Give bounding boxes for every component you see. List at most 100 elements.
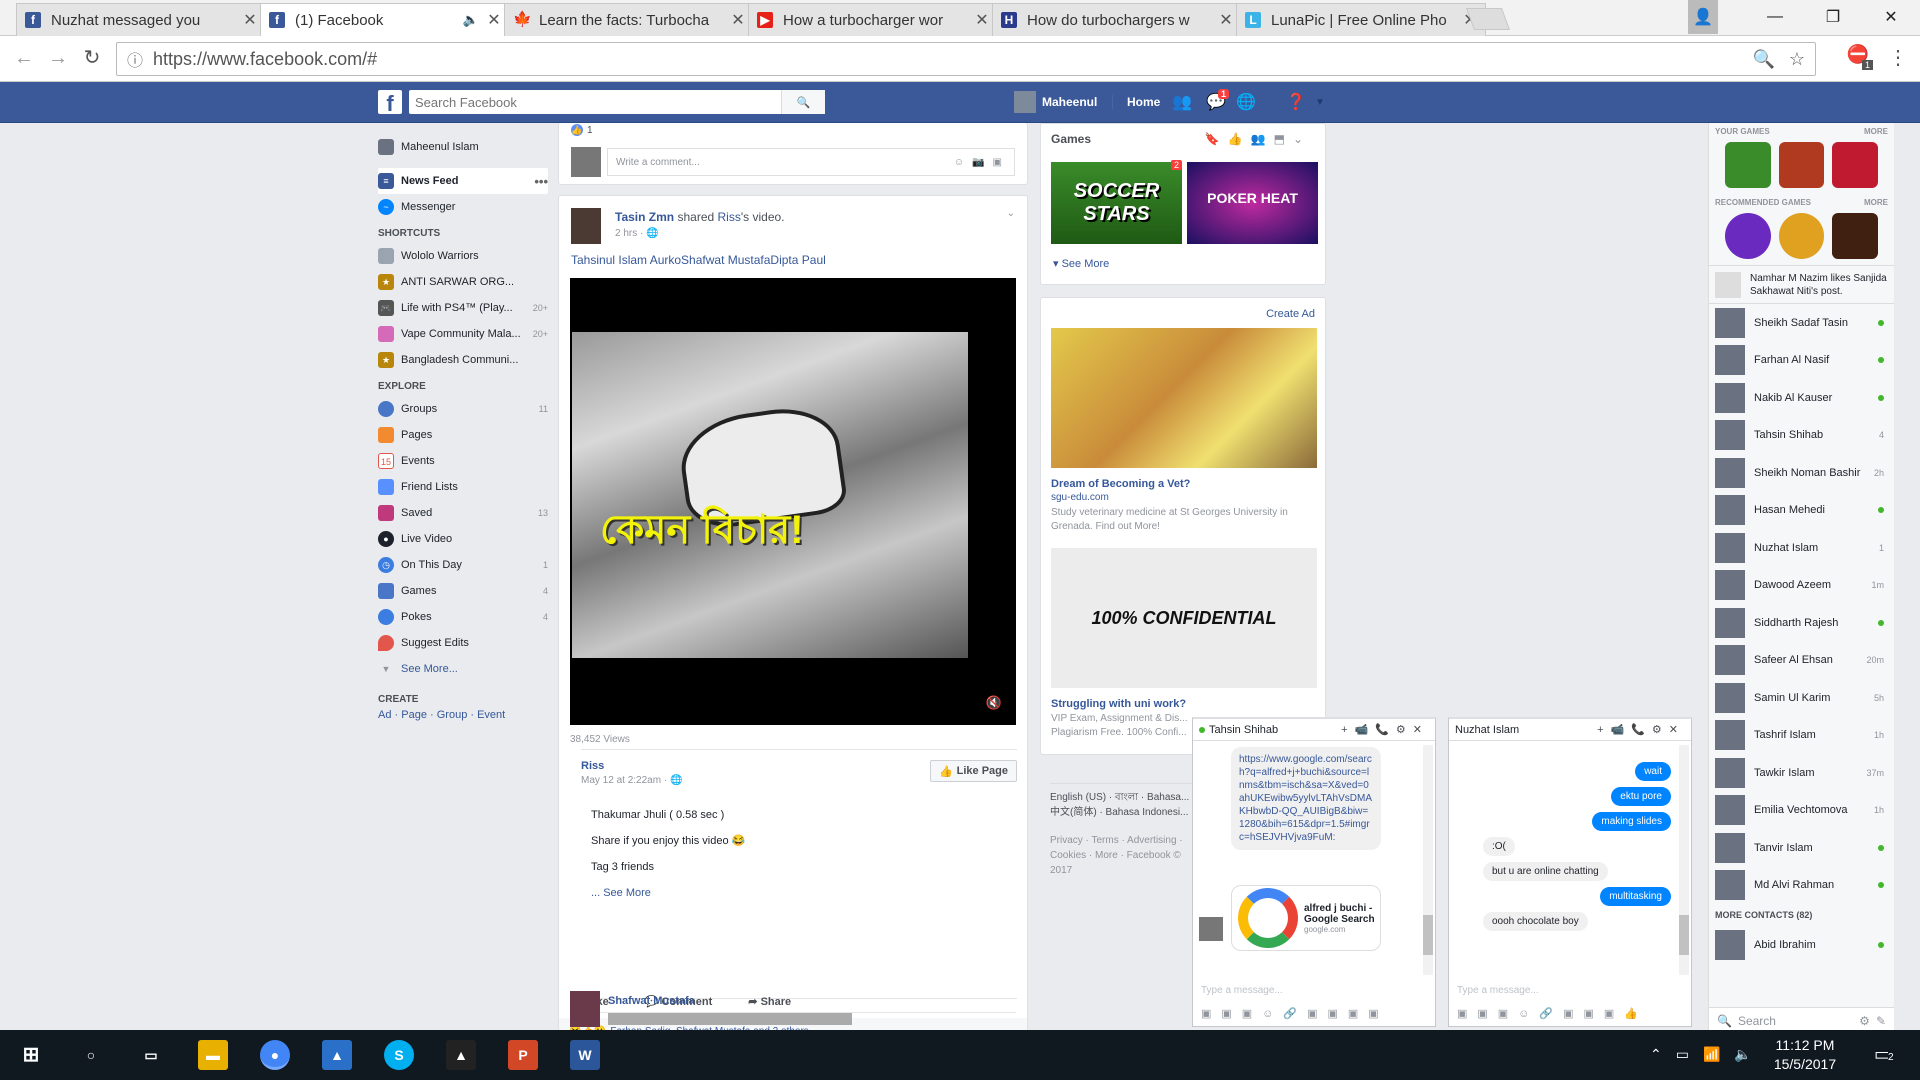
confidential-ad-image[interactable]: 100% CONFIDENTIAL	[1051, 548, 1317, 688]
bookmark-star-icon[interactable]: ☆	[1789, 49, 1805, 70]
soccer-stars-game[interactable]: SOCCER STARS	[1051, 162, 1182, 244]
mute-icon[interactable]: 🔇	[986, 695, 1002, 711]
new-tab-button[interactable]	[1465, 8, 1511, 30]
info-icon[interactable]: ⓘ	[127, 47, 143, 71]
contact-item[interactable]: Siddharth Rajesh	[1709, 604, 1894, 642]
profile-link[interactable]: Maheenul	[1042, 95, 1097, 109]
explore-groups[interactable]: Groups 11	[378, 396, 548, 422]
chevron-down-icon[interactable]: ▼	[1310, 93, 1330, 113]
shortcut-item[interactable]: Vape Community Mala... 20+	[378, 321, 548, 347]
ad-domain[interactable]: sgu-edu.com	[1051, 492, 1109, 503]
chat-header[interactable]: Tahsin Shihab +📹📞⚙✕	[1193, 719, 1435, 741]
search-icon[interactable]: ○	[76, 1040, 106, 1070]
contact-item[interactable]: Abid Ibrahim	[1709, 926, 1894, 964]
commenter-link[interactable]: Shafwat Mustafa	[608, 995, 695, 1007]
link-preview-card[interactable]: alfred j buchi - Google Search google.com	[1231, 885, 1381, 951]
more-link[interactable]: MORE	[1864, 198, 1888, 207]
minimize-icon[interactable]: —	[1746, 0, 1804, 34]
search-input[interactable]	[409, 91, 781, 113]
games-toolbar-icons[interactable]: 🔖👍👥⬒⌄	[1205, 132, 1311, 146]
share-button[interactable]: ➦ Share	[748, 995, 791, 1008]
word-icon[interactable]: W	[570, 1040, 600, 1070]
user-profile-icon[interactable]: 👤	[1688, 0, 1718, 34]
contact-item[interactable]: Tahsin Shihab 4	[1709, 417, 1894, 455]
explore-friend-lists[interactable]: Friend Lists	[378, 474, 548, 500]
explore-events[interactable]: 15 Events	[378, 448, 548, 474]
author-link[interactable]: Tasin Zmn	[615, 210, 674, 224]
camera-icon[interactable]: 📷	[972, 157, 984, 168]
more-options-icon[interactable]: •••	[534, 174, 548, 189]
avatar[interactable]	[571, 208, 601, 244]
chrome-icon[interactable]: ●	[260, 1040, 290, 1070]
game-tile[interactable]	[1778, 213, 1825, 259]
powerpoint-icon[interactable]: P	[508, 1040, 538, 1070]
chat-scrollbar[interactable]	[1423, 745, 1433, 975]
close-window-icon[interactable]: ✕	[1862, 0, 1920, 34]
zoom-icon[interactable]: 🔍	[1752, 49, 1774, 70]
emoji-icon[interactable]: ☺	[954, 157, 964, 168]
chevron-down-icon[interactable]: ⌄	[1007, 208, 1015, 219]
friend-requests-icon[interactable]: 👥	[1172, 93, 1192, 113]
see-more-link[interactable]: ▼ See More...	[378, 656, 548, 682]
create-page-link[interactable]: Page	[401, 709, 427, 721]
contact-item[interactable]: Sheikh Sadaf Tasin	[1709, 304, 1894, 342]
game-tile[interactable]	[1725, 213, 1771, 259]
see-more-link[interactable]: ... See More	[591, 880, 745, 906]
contact-item[interactable]: Farhan Al Nasif	[1709, 342, 1894, 380]
close-icon[interactable]: ✕	[731, 10, 745, 30]
shortcut-item[interactable]: 🎮 Life with PS4™ (Play... 20+	[378, 295, 548, 321]
video-player[interactable]: কেমন বিচার! 🔇	[570, 278, 1016, 725]
tab-facebook[interactable]: f (1) Facebook 🔈 ✕	[260, 3, 510, 36]
tab-hsw[interactable]: H How do turbochargers w ✕	[992, 3, 1242, 36]
photos-icon[interactable]: ▲	[446, 1040, 476, 1070]
footer-links[interactable]: Privacy · Terms · Advertising · Cookies …	[1050, 833, 1200, 878]
search-icon[interactable]: 🔍	[781, 90, 825, 114]
chat-message-input[interactable]: Type a message...	[1201, 985, 1283, 996]
chat-header-icons[interactable]: +📹📞⚙✕	[1597, 723, 1685, 736]
source-link[interactable]: Riss	[718, 210, 741, 224]
more-link[interactable]: MORE	[1864, 127, 1888, 136]
menu-dots-icon[interactable]: ⋮	[1886, 46, 1910, 70]
windows-start-icon[interactable]: ⊞	[16, 1040, 46, 1070]
language-links[interactable]: English (US) · বাংলা · Bahasa... 中文(简体) …	[1050, 783, 1200, 820]
task-view-icon[interactable]: ▭	[136, 1040, 166, 1070]
explore-suggest-edits[interactable]: Suggest Edits	[378, 630, 548, 656]
explore-pokes[interactable]: Pokes 4	[378, 604, 548, 630]
chat-composer-icons[interactable]: ▣▣▣☺🔗▣▣▣▣	[1201, 1007, 1389, 1020]
new-message-icon[interactable]: ✎	[1876, 1014, 1886, 1028]
tab-turbo-facts[interactable]: 🍁 Learn the facts: Turbocha ✕	[504, 3, 754, 36]
clock[interactable]: 11:12 PM 15/5/2017	[1760, 1036, 1850, 1074]
contact-item[interactable]: Tashrif Islam 1h	[1709, 717, 1894, 755]
home-link[interactable]: Home	[1112, 95, 1160, 109]
games-see-more[interactable]: ▾ See More	[1053, 257, 1109, 270]
file-explorer-icon[interactable]: ▬	[198, 1040, 228, 1070]
chat-link-message[interactable]: https://www.google.com/search?q=alfred+j…	[1231, 747, 1381, 850]
game-tile[interactable]	[1832, 213, 1879, 259]
vet-ad-image[interactable]	[1051, 328, 1317, 468]
page-name-link[interactable]: Riss	[581, 760, 604, 772]
like-page-button[interactable]: 👍 Like Page	[929, 760, 1017, 782]
url-bar[interactable]: ⓘ https://www.facebook.com/# 🔍 ☆	[116, 42, 1816, 76]
forward-arrow-icon[interactable]: →	[46, 46, 70, 70]
create-group-link[interactable]: Group	[437, 709, 468, 721]
comment-input[interactable]: Write a comment... ☺ 📷 ▣	[607, 148, 1015, 176]
chat-header-icons[interactable]: +📹📞⚙✕	[1341, 723, 1429, 736]
contact-item[interactable]: Md Alvi Rahman	[1709, 867, 1894, 905]
matlab-icon[interactable]: ▲	[322, 1040, 352, 1070]
contact-item[interactable]: Tanvir Islam	[1709, 829, 1894, 867]
chat-header[interactable]: Nuzhat Islam +📹📞⚙✕	[1449, 719, 1691, 741]
avatar[interactable]	[1014, 91, 1036, 113]
create-event-link[interactable]: Event	[477, 709, 505, 721]
create-ad-link[interactable]: Create Ad	[1266, 308, 1315, 320]
create-ad-link[interactable]: Ad	[378, 709, 391, 721]
close-icon[interactable]: ✕	[1219, 10, 1233, 30]
contact-item[interactable]: Hasan Mehedi	[1709, 492, 1894, 530]
game-tile[interactable]	[1778, 142, 1825, 188]
tab-nuzhat[interactable]: f Nuzhat messaged you ✕	[16, 3, 266, 36]
help-icon[interactable]: ❓	[1286, 93, 1306, 113]
poker-heat-game[interactable]: POKER HEAT	[1187, 162, 1318, 244]
speaker-mute-icon[interactable]: 🔈	[463, 12, 479, 28]
gear-icon[interactable]: ⚙	[1859, 1014, 1870, 1028]
nav-news-feed[interactable]: ≡ News Feed •••	[378, 168, 548, 194]
explore-games[interactable]: Games 4	[378, 578, 548, 604]
